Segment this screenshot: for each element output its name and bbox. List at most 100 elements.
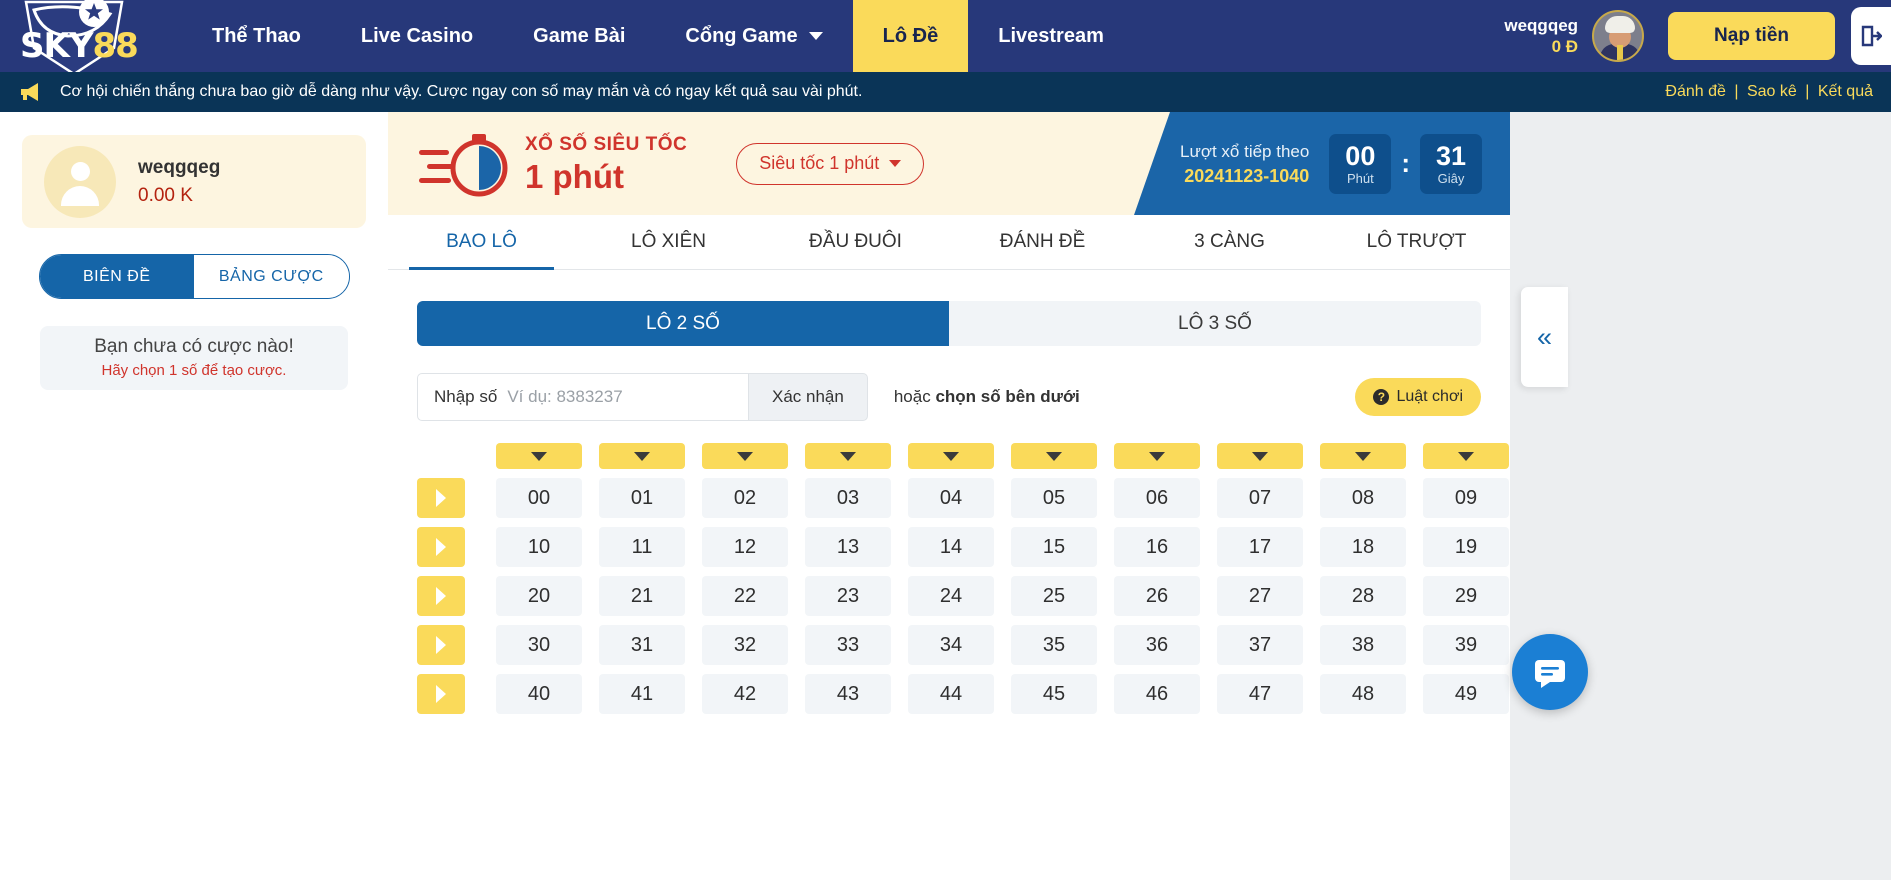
- number-cell[interactable]: 44: [908, 674, 994, 714]
- number-cell[interactable]: 39: [1423, 625, 1509, 665]
- deposit-button[interactable]: Nạp tiền: [1668, 12, 1835, 60]
- number-cell[interactable]: 31: [599, 625, 685, 665]
- number-cell[interactable]: 01: [599, 478, 685, 518]
- announce-link-sao-ke[interactable]: Sao kê: [1747, 83, 1797, 100]
- number-cell[interactable]: 04: [908, 478, 994, 518]
- number-cell[interactable]: 13: [805, 527, 891, 567]
- tab-dau-duoi[interactable]: ĐẦU ĐUÔI: [762, 215, 949, 269]
- number-cell[interactable]: 46: [1114, 674, 1200, 714]
- number-cell[interactable]: 45: [1011, 674, 1097, 714]
- speed-select-dropdown[interactable]: Siêu tốc 1 phút: [736, 142, 925, 185]
- number-cell[interactable]: 28: [1320, 576, 1406, 616]
- confirm-number-button[interactable]: Xác nhận: [748, 373, 868, 421]
- number-cell[interactable]: 10: [496, 527, 582, 567]
- column-selector-7[interactable]: [1217, 443, 1303, 469]
- tab-lo-truot[interactable]: LÔ TRƯỢT: [1323, 215, 1510, 269]
- number-input-wrapper[interactable]: Nhập số Ví dụ: 8383237: [417, 373, 748, 421]
- number-cell[interactable]: 03: [805, 478, 891, 518]
- column-selector-9[interactable]: [1423, 443, 1509, 469]
- number-cell[interactable]: 09: [1423, 478, 1509, 518]
- number-cell[interactable]: 17: [1217, 527, 1303, 567]
- row-selector-0[interactable]: [417, 478, 465, 518]
- number-cell[interactable]: 00: [496, 478, 582, 518]
- number-cell[interactable]: 37: [1217, 625, 1303, 665]
- chat-support-button[interactable]: [1512, 634, 1588, 710]
- number-cell[interactable]: 14: [908, 527, 994, 567]
- number-cell[interactable]: 16: [1114, 527, 1200, 567]
- brand-logo[interactable]: SKY88: [0, 0, 182, 76]
- number-cell[interactable]: 41: [599, 674, 685, 714]
- number-cell[interactable]: 21: [599, 576, 685, 616]
- number-cell[interactable]: 30: [496, 625, 582, 665]
- countdown-minutes: 00 Phút: [1329, 133, 1392, 194]
- number-cell[interactable]: 23: [805, 576, 891, 616]
- number-cell[interactable]: 06: [1114, 478, 1200, 518]
- number-cell[interactable]: 26: [1114, 576, 1200, 616]
- collapse-panel-button[interactable]: «: [1521, 287, 1568, 387]
- tab-3-cang[interactable]: 3 CÀNG: [1136, 215, 1323, 269]
- announce-link-ket-qua[interactable]: Kết quả: [1818, 83, 1873, 100]
- number-cell[interactable]: 22: [702, 576, 788, 616]
- row-selector-3[interactable]: [417, 625, 465, 665]
- logout-button[interactable]: [1851, 7, 1891, 65]
- nav-item-lo-de[interactable]: Lô Đề: [852, 0, 969, 72]
- number-cell[interactable]: 08: [1320, 478, 1406, 518]
- avatar[interactable]: [1592, 10, 1645, 62]
- nav-item-live-casino[interactable]: Live Casino: [331, 0, 503, 72]
- game-rules-button[interactable]: ? Luật chơi: [1355, 378, 1481, 416]
- number-cell[interactable]: 25: [1011, 576, 1097, 616]
- number-cell[interactable]: 11: [599, 527, 685, 567]
- number-cell[interactable]: 36: [1114, 625, 1200, 665]
- tab-lo-xien[interactable]: LÔ XIÊN: [575, 215, 762, 269]
- tab-bien-de[interactable]: BIÊN ĐỀ: [39, 255, 194, 298]
- column-selector-4[interactable]: [908, 443, 994, 469]
- number-cell[interactable]: 42: [702, 674, 788, 714]
- number-cell[interactable]: 43: [805, 674, 891, 714]
- number-cell[interactable]: 38: [1320, 625, 1406, 665]
- number-cell[interactable]: 40: [496, 674, 582, 714]
- column-selector-8[interactable]: [1320, 443, 1406, 469]
- countdown-seconds: 31 Giây: [1420, 133, 1482, 194]
- number-cell[interactable]: 35: [1011, 625, 1097, 665]
- number-cell[interactable]: 05: [1011, 478, 1097, 518]
- subtab-lo-2-so[interactable]: LÔ 2 SỐ: [417, 301, 949, 346]
- number-cell[interactable]: 20: [496, 576, 582, 616]
- nav-item-the-thao[interactable]: Thể Thao: [182, 0, 331, 72]
- nav-item-cong-game[interactable]: Cổng Game: [655, 0, 852, 72]
- number-cell[interactable]: 02: [702, 478, 788, 518]
- number-cell[interactable]: 24: [908, 576, 994, 616]
- number-cell[interactable]: 34: [908, 625, 994, 665]
- row-selector-1[interactable]: [417, 527, 465, 567]
- number-cell[interactable]: 48: [1320, 674, 1406, 714]
- announce-link-danh-de[interactable]: Đánh đề: [1665, 83, 1726, 100]
- column-selector-5[interactable]: [1011, 443, 1097, 469]
- column-selector-6[interactable]: [1114, 443, 1200, 469]
- tab-danh-de[interactable]: ĐÁNH ĐỀ: [949, 215, 1136, 269]
- nav-item-livestream[interactable]: Livestream: [968, 0, 1134, 72]
- row-selector-4[interactable]: [417, 674, 465, 714]
- tab-bang-cuoc[interactable]: BẢNG CƯỢC: [194, 255, 349, 298]
- number-cell[interactable]: 49: [1423, 674, 1509, 714]
- number-cell[interactable]: 19: [1423, 527, 1509, 567]
- number-cell[interactable]: 15: [1011, 527, 1097, 567]
- nav-item-game-bai[interactable]: Game Bài: [503, 0, 655, 72]
- tab-bao-lo[interactable]: BAO LÔ: [388, 215, 575, 270]
- logout-icon: [1861, 25, 1882, 47]
- number-cell[interactable]: 33: [805, 625, 891, 665]
- number-cell[interactable]: 18: [1320, 527, 1406, 567]
- row-selector-2[interactable]: [417, 576, 465, 616]
- header-user-info[interactable]: weqgqeg 0 Đ: [1504, 15, 1578, 57]
- column-selector-0[interactable]: [496, 443, 582, 469]
- lottery-subtitle: XỔ SỐ SIÊU TỐC: [525, 133, 688, 155]
- number-cell[interactable]: 07: [1217, 478, 1303, 518]
- number-cell[interactable]: 32: [702, 625, 788, 665]
- column-selector-3[interactable]: [805, 443, 891, 469]
- subtab-lo-3-so[interactable]: LÔ 3 SỐ: [949, 301, 1481, 346]
- number-cell[interactable]: 12: [702, 527, 788, 567]
- column-selector-2[interactable]: [702, 443, 788, 469]
- nav-label: Livestream: [998, 24, 1104, 47]
- number-cell[interactable]: 29: [1423, 576, 1509, 616]
- number-cell[interactable]: 47: [1217, 674, 1303, 714]
- column-selector-1[interactable]: [599, 443, 685, 469]
- number-cell[interactable]: 27: [1217, 576, 1303, 616]
